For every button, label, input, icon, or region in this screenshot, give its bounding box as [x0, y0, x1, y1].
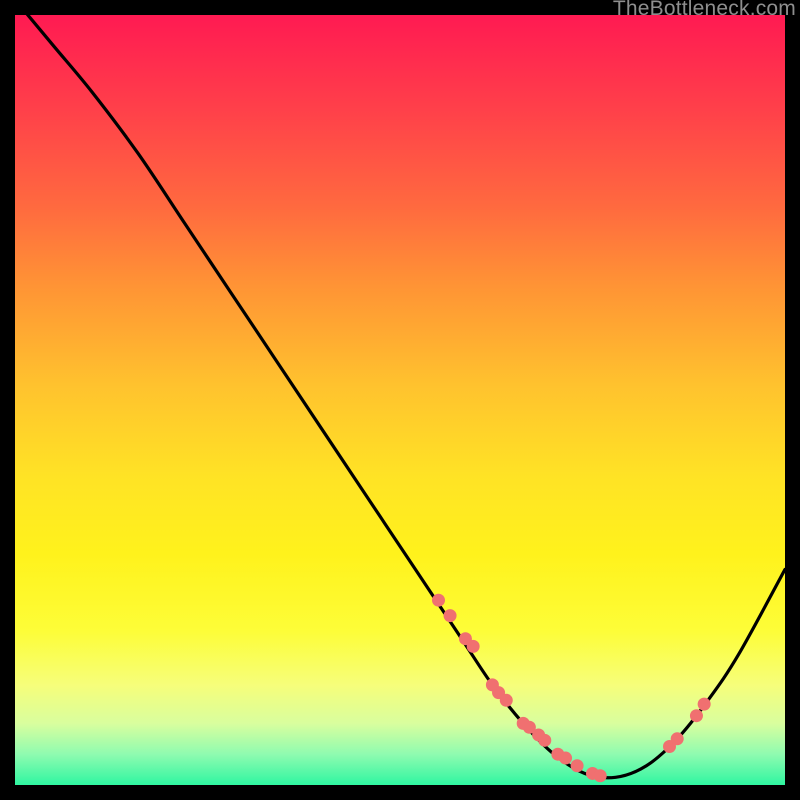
bottleneck-curve: [15, 15, 785, 778]
highlight-points: [432, 594, 711, 783]
chart-svg: [15, 15, 785, 785]
highlight-point: [432, 594, 445, 607]
highlight-point: [671, 732, 684, 745]
plot-area: [15, 15, 785, 785]
highlight-point: [594, 769, 607, 782]
highlight-point: [571, 759, 584, 772]
highlight-point: [538, 734, 551, 747]
highlight-point: [467, 640, 480, 653]
highlight-point: [559, 752, 572, 765]
highlight-point: [500, 694, 513, 707]
highlight-point: [444, 609, 457, 622]
highlight-point: [690, 709, 703, 722]
highlight-point: [698, 698, 711, 711]
chart-wrapper: TheBottleneck.com: [0, 0, 800, 800]
